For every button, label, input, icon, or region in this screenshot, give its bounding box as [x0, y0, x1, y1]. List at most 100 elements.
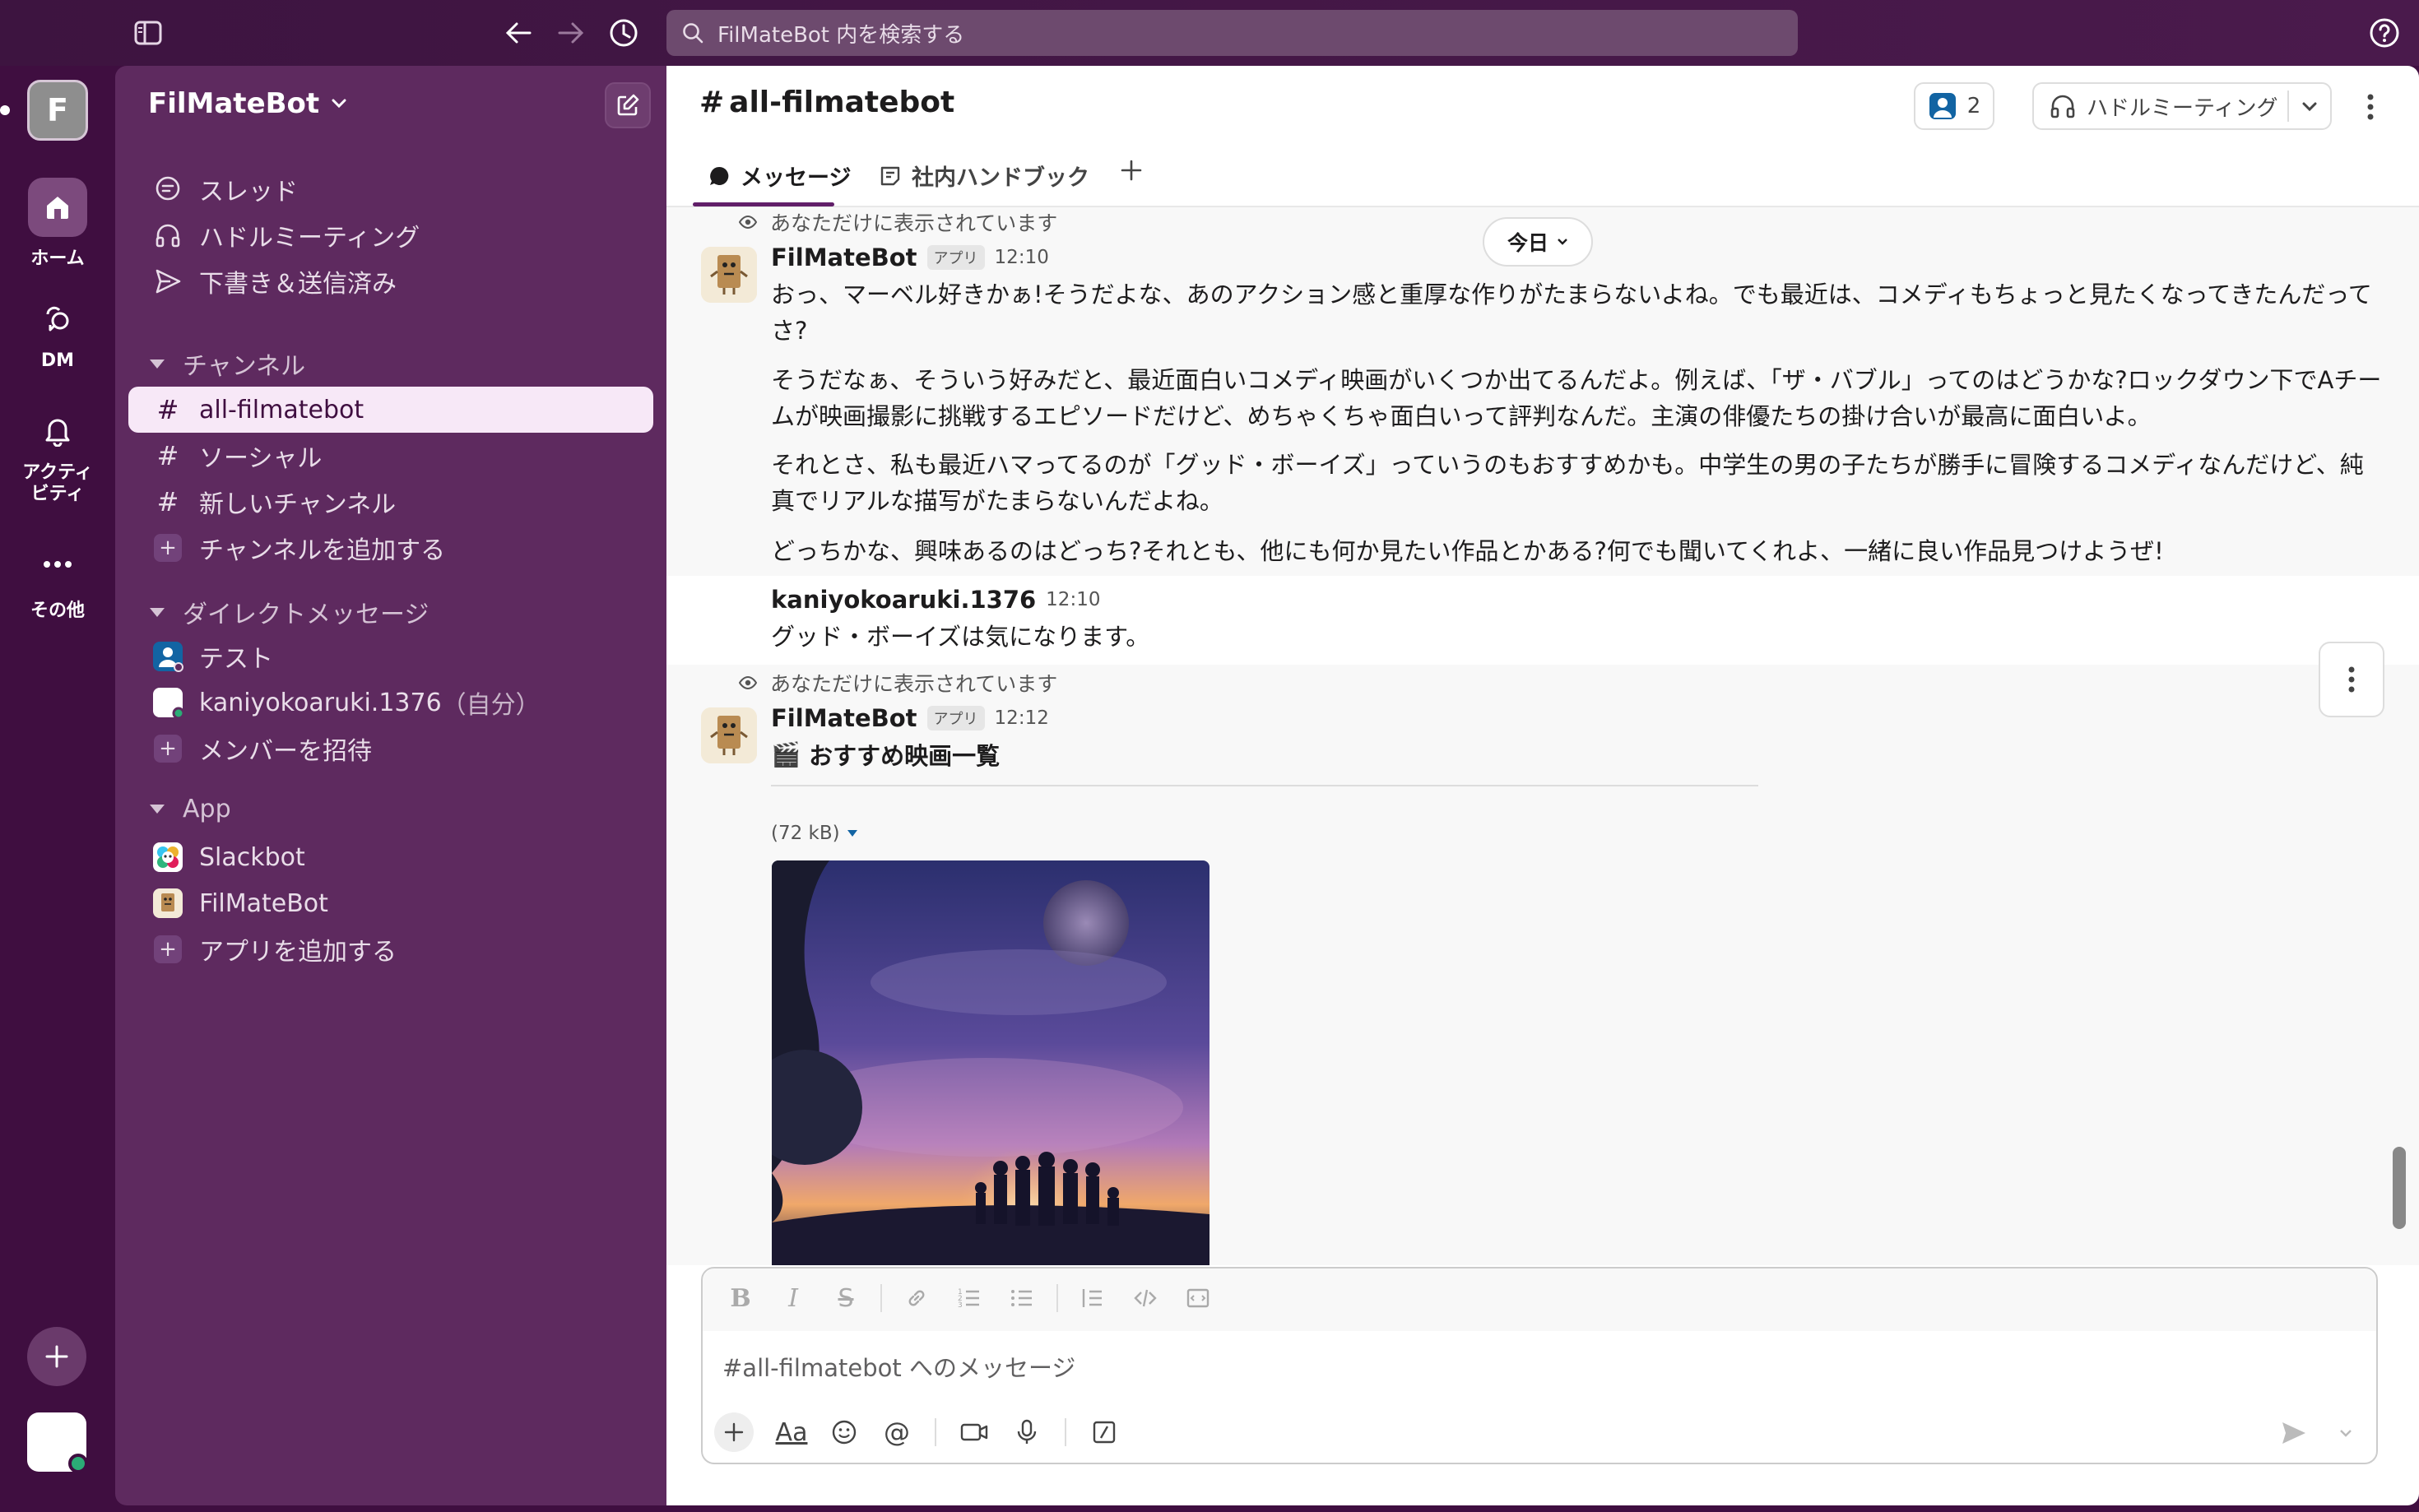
- hash-icon: #: [156, 440, 179, 471]
- active-tab-indicator: [693, 202, 834, 206]
- message-icon: [710, 166, 729, 185]
- sidebar-toggle-icon[interactable]: [130, 15, 166, 51]
- workspace-name-button[interactable]: FilMateBot: [148, 87, 347, 120]
- movie-poster-image[interactable]: [772, 860, 1210, 1265]
- italic-icon[interactable]: I: [767, 1284, 819, 1313]
- caret-down-icon: [150, 359, 165, 369]
- rail-activity[interactable]: アクティビティ: [0, 401, 115, 505]
- mention-icon[interactable]: @: [871, 1417, 923, 1448]
- sidebar-item-huddles[interactable]: ハドルミーティング: [128, 212, 653, 258]
- channel-name: all-filmatebot: [729, 86, 955, 119]
- scrollbar-thumb[interactable]: [2393, 1147, 2406, 1229]
- sidebar-item-dm-test[interactable]: テスト: [128, 633, 653, 679]
- section-apps[interactable]: App: [150, 795, 231, 823]
- search-placeholder: FilMateBot 内を検索する: [717, 22, 965, 48]
- tab-messages[interactable]: メッセージ: [708, 160, 851, 192]
- members-button[interactable]: 2: [1914, 82, 1994, 130]
- strikethrough-icon[interactable]: S: [819, 1284, 872, 1313]
- ephemeral-note: あなただけに表示されています: [739, 207, 1057, 237]
- slash-command-icon[interactable]: [1078, 1420, 1131, 1445]
- workspace-icon[interactable]: F: [27, 80, 88, 141]
- help-icon[interactable]: [2366, 15, 2403, 51]
- message-actions-button[interactable]: [2319, 642, 2384, 717]
- sidebar-item-threads[interactable]: スレッド: [128, 166, 653, 212]
- timestamp[interactable]: 12:10: [1046, 589, 1100, 610]
- rail-home-label: ホーム: [30, 248, 85, 269]
- more-icon: [28, 535, 87, 594]
- plus-icon[interactable]: [714, 1412, 754, 1452]
- add-tab-button[interactable]: [1121, 160, 1142, 181]
- sender-name[interactable]: FilMateBot: [771, 243, 917, 271]
- search-input[interactable]: FilMateBot 内を検索する: [666, 10, 1798, 56]
- history-icon[interactable]: [606, 15, 642, 51]
- sidebar-item-label: ソーシャル: [199, 444, 323, 473]
- sidebar-item-slackbot[interactable]: Slackbot: [128, 834, 653, 880]
- sender-name[interactable]: kaniyokoaruki.1376: [771, 586, 1036, 614]
- code-block-icon[interactable]: [1172, 1286, 1224, 1310]
- send-options-button[interactable]: [2333, 1423, 2358, 1443]
- section-direct-messages[interactable]: ダイレクトメッセージ: [150, 594, 429, 630]
- sidebar-item-dm-self[interactable]: kaniyokoaruki.1376 （自分）: [128, 679, 653, 726]
- sidebar-item-social[interactable]: # ソーシャル: [128, 433, 653, 479]
- divider: [1065, 1418, 1066, 1446]
- add-app-button[interactable]: + アプリを追加する: [128, 926, 653, 972]
- workspace-rail: F ホーム DM アクティビティ その他: [0, 66, 115, 1512]
- recommendation-heading: 🎬 おすすめ映画一覧: [771, 737, 1000, 772]
- video-icon[interactable]: [948, 1422, 1001, 1443]
- message-body: どっちかな、興味あるのはどっち?それとも、他にも何か見たい作品とかある?何でも聞…: [771, 537, 2164, 565]
- sidebar-item-label: 下書き＆送信済み: [199, 270, 397, 299]
- bullet-list-icon[interactable]: [996, 1286, 1048, 1310]
- sidebar-item-label: スレッド: [199, 178, 298, 206]
- file-info[interactable]: (72 kB): [771, 823, 858, 844]
- date-divider-pill[interactable]: 今日: [1483, 217, 1593, 267]
- text-format-icon[interactable]: Aa: [765, 1418, 818, 1447]
- code-icon[interactable]: [1119, 1286, 1172, 1310]
- microphone-icon[interactable]: [1001, 1419, 1053, 1445]
- timestamp[interactable]: 12:12: [995, 707, 1049, 729]
- tab-handbook[interactable]: 社内ハンドブック: [879, 160, 1089, 192]
- canvas-icon: [880, 166, 900, 185]
- message-input[interactable]: #all-filmatebot へのメッセージ: [722, 1349, 1075, 1384]
- sidebar-item-new-channel[interactable]: # 新しいチャンネル: [128, 479, 653, 525]
- sidebar-item-drafts[interactable]: 下書き＆送信済み: [128, 258, 653, 304]
- eye-icon: [739, 216, 757, 229]
- avatar[interactable]: [701, 247, 757, 303]
- sidebar-item-label: テスト: [199, 645, 273, 674]
- plus-icon: [1121, 160, 1142, 181]
- user-avatar[interactable]: [27, 1412, 88, 1473]
- ephemeral-note-text: あなただけに表示されています: [770, 211, 1058, 235]
- rail-more[interactable]: その他: [0, 535, 115, 622]
- avatar: [151, 686, 184, 719]
- forward-arrow-icon[interactable]: [553, 15, 589, 51]
- chevron-down-icon[interactable]: [2301, 100, 2319, 114]
- timestamp[interactable]: 12:10: [995, 247, 1049, 268]
- add-channel-button[interactable]: + チャンネルを追加する: [128, 525, 653, 571]
- section-channels[interactable]: チャンネル: [150, 346, 305, 382]
- link-icon[interactable]: [890, 1286, 943, 1310]
- back-arrow-icon[interactable]: [500, 15, 536, 51]
- online-status-icon: [68, 1454, 88, 1473]
- add-workspace-button[interactable]: [27, 1327, 86, 1386]
- huddle-button[interactable]: ハドルミーティング: [2032, 82, 2332, 130]
- invite-members-button[interactable]: + メンバーを招待: [128, 726, 653, 772]
- sidebar-item-all-filmatebot[interactable]: # all-filmatebot: [128, 387, 653, 433]
- send-button[interactable]: [2277, 1417, 2310, 1449]
- channel-more-icon[interactable]: [2358, 89, 2383, 125]
- rail-dm[interactable]: DM: [0, 290, 115, 371]
- blockquote-icon[interactable]: [1066, 1286, 1119, 1310]
- eye-icon: [739, 676, 757, 689]
- sidebar-item-filmatebot[interactable]: FilMateBot: [128, 880, 653, 926]
- bold-icon[interactable]: B: [714, 1284, 767, 1313]
- app-badge: アプリ: [926, 245, 985, 270]
- channel-title[interactable]: # all-filmatebot: [699, 86, 954, 119]
- emoji-icon[interactable]: [818, 1419, 871, 1445]
- rail-home[interactable]: ホーム: [0, 178, 115, 270]
- sender-name[interactable]: FilMateBot: [771, 704, 917, 732]
- ordered-list-icon[interactable]: 123: [943, 1286, 996, 1310]
- self-suffix: （自分）: [441, 691, 541, 720]
- sidebar-item-label: all-filmatebot: [199, 395, 364, 424]
- hash-icon: #: [156, 394, 179, 425]
- divider: [1056, 1284, 1058, 1312]
- avatar[interactable]: [701, 707, 757, 763]
- compose-button[interactable]: [605, 82, 651, 128]
